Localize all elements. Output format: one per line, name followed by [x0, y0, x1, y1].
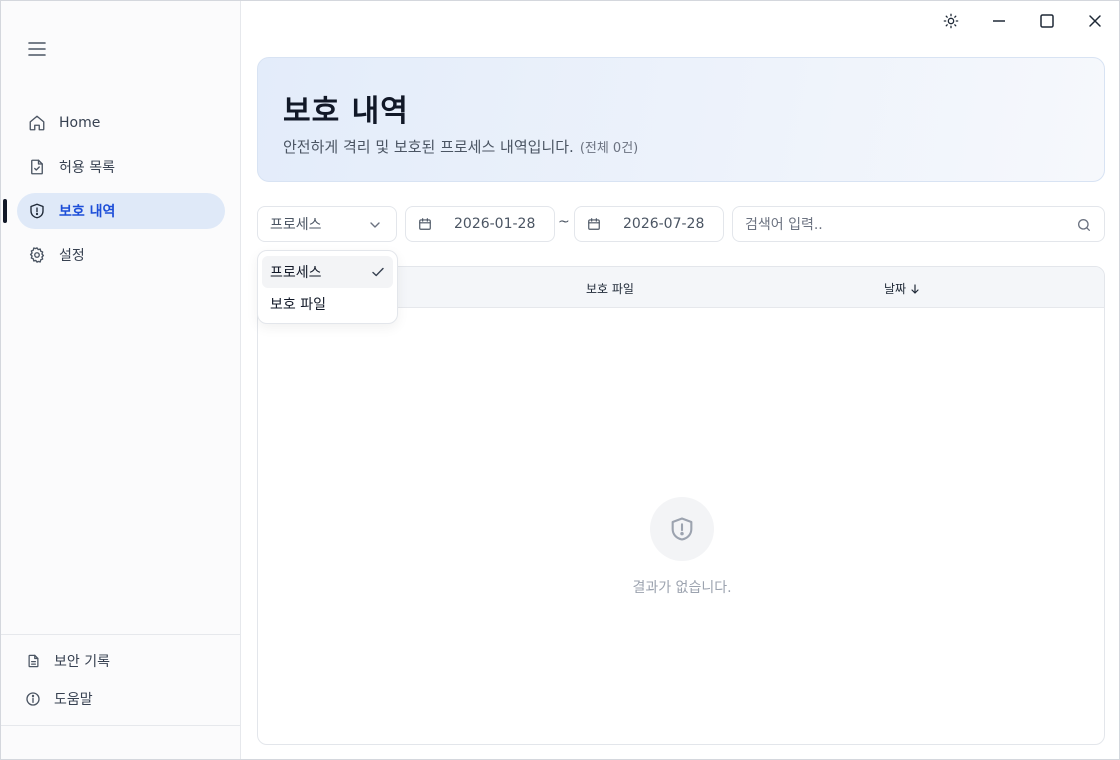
- search-input[interactable]: [745, 215, 1065, 235]
- type-select[interactable]: 프로세스: [257, 206, 397, 242]
- sun-icon: [943, 13, 959, 29]
- maximize-button[interactable]: [1023, 1, 1071, 41]
- sidebar-item-label: 설정: [59, 248, 85, 264]
- type-dropdown-menu: 프로세스 보호 파일: [257, 250, 398, 324]
- info-icon: [25, 691, 41, 707]
- sidebar: Home 허용 목록 보호 내역 설정 보안 기록 도움말: [1, 1, 241, 759]
- sidebar-item-label: 보안 기록: [54, 654, 110, 670]
- minimize-icon: [993, 20, 1005, 22]
- checkmark-icon: [372, 267, 384, 277]
- sidebar-item-protection-history[interactable]: 보호 내역: [3, 193, 225, 229]
- chevron-down-icon: [370, 222, 380, 228]
- sidebar-item-label: 보호 내역: [59, 204, 116, 220]
- close-icon: [1089, 15, 1101, 27]
- shield-alert-icon: [671, 517, 693, 541]
- date-to-picker[interactable]: 2026-07-28: [574, 206, 724, 242]
- sidebar-item-help[interactable]: 도움말: [25, 687, 240, 711]
- sidebar-item-security-log[interactable]: 보안 기록: [25, 649, 240, 673]
- page-header: 보호 내역 안전하게 격리 및 보호된 프로세스 내역입니다. (전체 0건): [257, 57, 1105, 182]
- shield-alert-icon: [27, 201, 47, 221]
- app-window: Home 허용 목록 보호 내역 설정 보안 기록 도움말 보호 내역 안전하게…: [0, 0, 1120, 760]
- sidebar-nav: Home 허용 목록 보호 내역 설정: [1, 105, 241, 281]
- dropdown-option-label: 보호 파일: [270, 297, 326, 313]
- page-title: 보호 내역: [283, 94, 409, 129]
- column-header-protected-file[interactable]: 보호 파일: [586, 280, 634, 297]
- sidebar-item-label: 도움말: [54, 692, 93, 708]
- type-select-value: 프로세스: [270, 217, 322, 233]
- document-icon: [25, 653, 41, 669]
- page-subtitle: 안전하게 격리 및 보호된 프로세스 내역입니다. (전체 0건): [283, 136, 638, 157]
- calendar-icon: [587, 217, 601, 231]
- window-controls: [927, 1, 1119, 41]
- empty-state-badge: [650, 497, 714, 561]
- search-icon[interactable]: [1076, 217, 1092, 233]
- minimize-button[interactable]: [975, 1, 1023, 41]
- maximize-icon: [1040, 14, 1054, 28]
- sidebar-item-label: Home: [59, 115, 101, 131]
- filter-bar: 프로세스 2026-01-28 ~ 2026-07-28: [257, 206, 1105, 242]
- home-icon: [27, 113, 47, 133]
- date-to-value: 2026-07-28: [623, 216, 705, 232]
- sidebar-item-settings[interactable]: 설정: [17, 237, 225, 273]
- calendar-icon: [418, 217, 432, 231]
- search-box: [732, 206, 1105, 242]
- empty-state-message: 결과가 없습니다.: [632, 580, 732, 596]
- subtitle-text: 안전하게 격리 및 보호된 프로세스 내역입니다.: [283, 138, 574, 156]
- empty-state: 결과가 없습니다.: [258, 497, 1104, 597]
- close-button[interactable]: [1071, 1, 1119, 41]
- total-count: (전체 0건): [579, 141, 639, 156]
- sidebar-footer: [1, 725, 240, 726]
- date-separator: ~: [558, 214, 570, 230]
- column-header-date[interactable]: 날짜: [884, 280, 920, 297]
- column-header-date-label: 날짜: [884, 282, 907, 296]
- file-check-icon: [27, 157, 47, 177]
- sort-arrow-down-icon: [911, 283, 919, 294]
- theme-toggle-button[interactable]: [927, 1, 975, 41]
- dropdown-option-process[interactable]: 프로세스: [262, 256, 393, 288]
- sidebar-item-home[interactable]: Home: [17, 105, 225, 141]
- dropdown-option-label: 프로세스: [270, 265, 322, 281]
- menu-toggle-button[interactable]: [27, 39, 47, 59]
- results-table: 보호 파일 날짜 결과가 없습니다.: [257, 266, 1105, 745]
- date-from-value: 2026-01-28: [454, 216, 536, 232]
- date-from-picker[interactable]: 2026-01-28: [405, 206, 555, 242]
- sidebar-bottom: 보안 기록 도움말: [1, 634, 240, 725]
- dropdown-option-protected-file[interactable]: 보호 파일: [262, 288, 393, 320]
- sidebar-item-label: 허용 목록: [59, 160, 115, 176]
- gear-icon: [27, 245, 47, 265]
- hamburger-icon: [28, 42, 46, 56]
- sidebar-item-allowlist[interactable]: 허용 목록: [17, 149, 225, 185]
